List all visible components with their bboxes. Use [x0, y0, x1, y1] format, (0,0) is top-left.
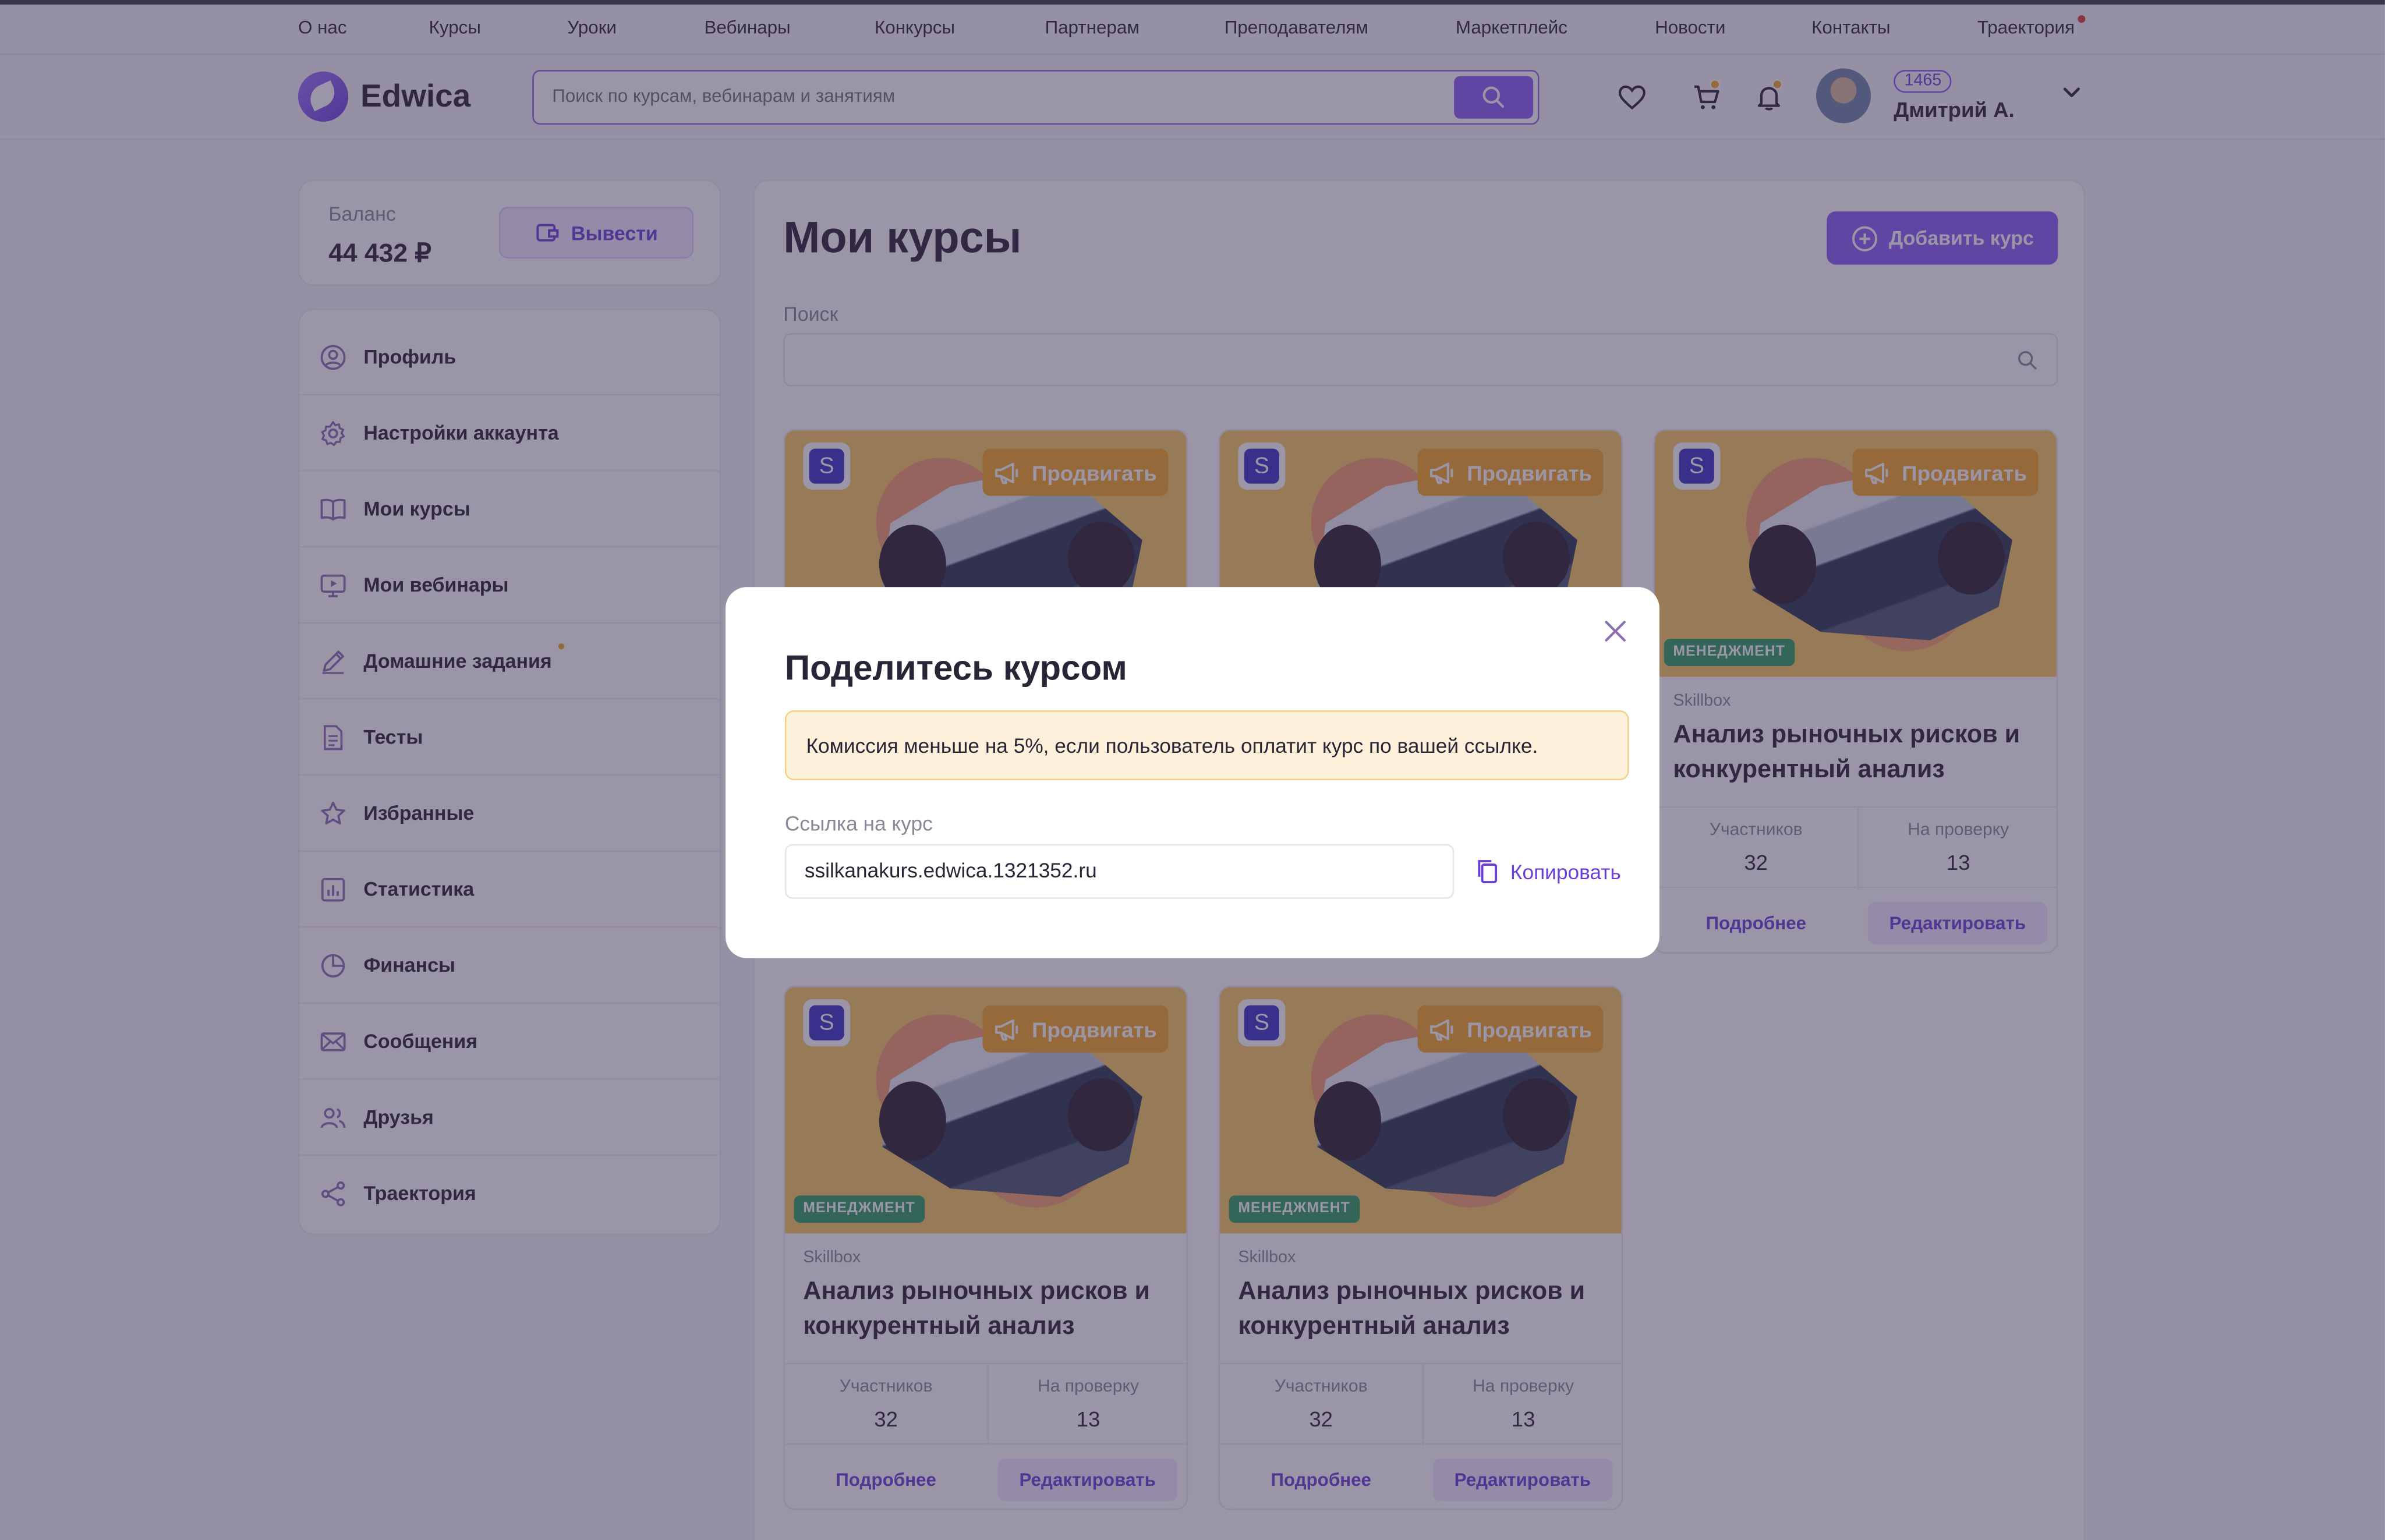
share-course-modal: Поделитесь курсом Комиссия меньше на 5%,… [726, 587, 1659, 958]
copy-link-button[interactable]: Копировать [1475, 858, 1621, 885]
modal-title: Поделитесь курсом [784, 647, 1127, 688]
close-icon[interactable] [1602, 618, 1629, 645]
copy-link-label: Копировать [1510, 860, 1621, 883]
commission-notice: Комиссия меньше на 5%, если пользователь… [784, 710, 1629, 781]
copy-icon [1478, 860, 1498, 884]
course-link-label: Ссылка на курс [784, 812, 933, 836]
course-link-input[interactable] [804, 859, 1428, 883]
course-link-field [784, 844, 1455, 899]
